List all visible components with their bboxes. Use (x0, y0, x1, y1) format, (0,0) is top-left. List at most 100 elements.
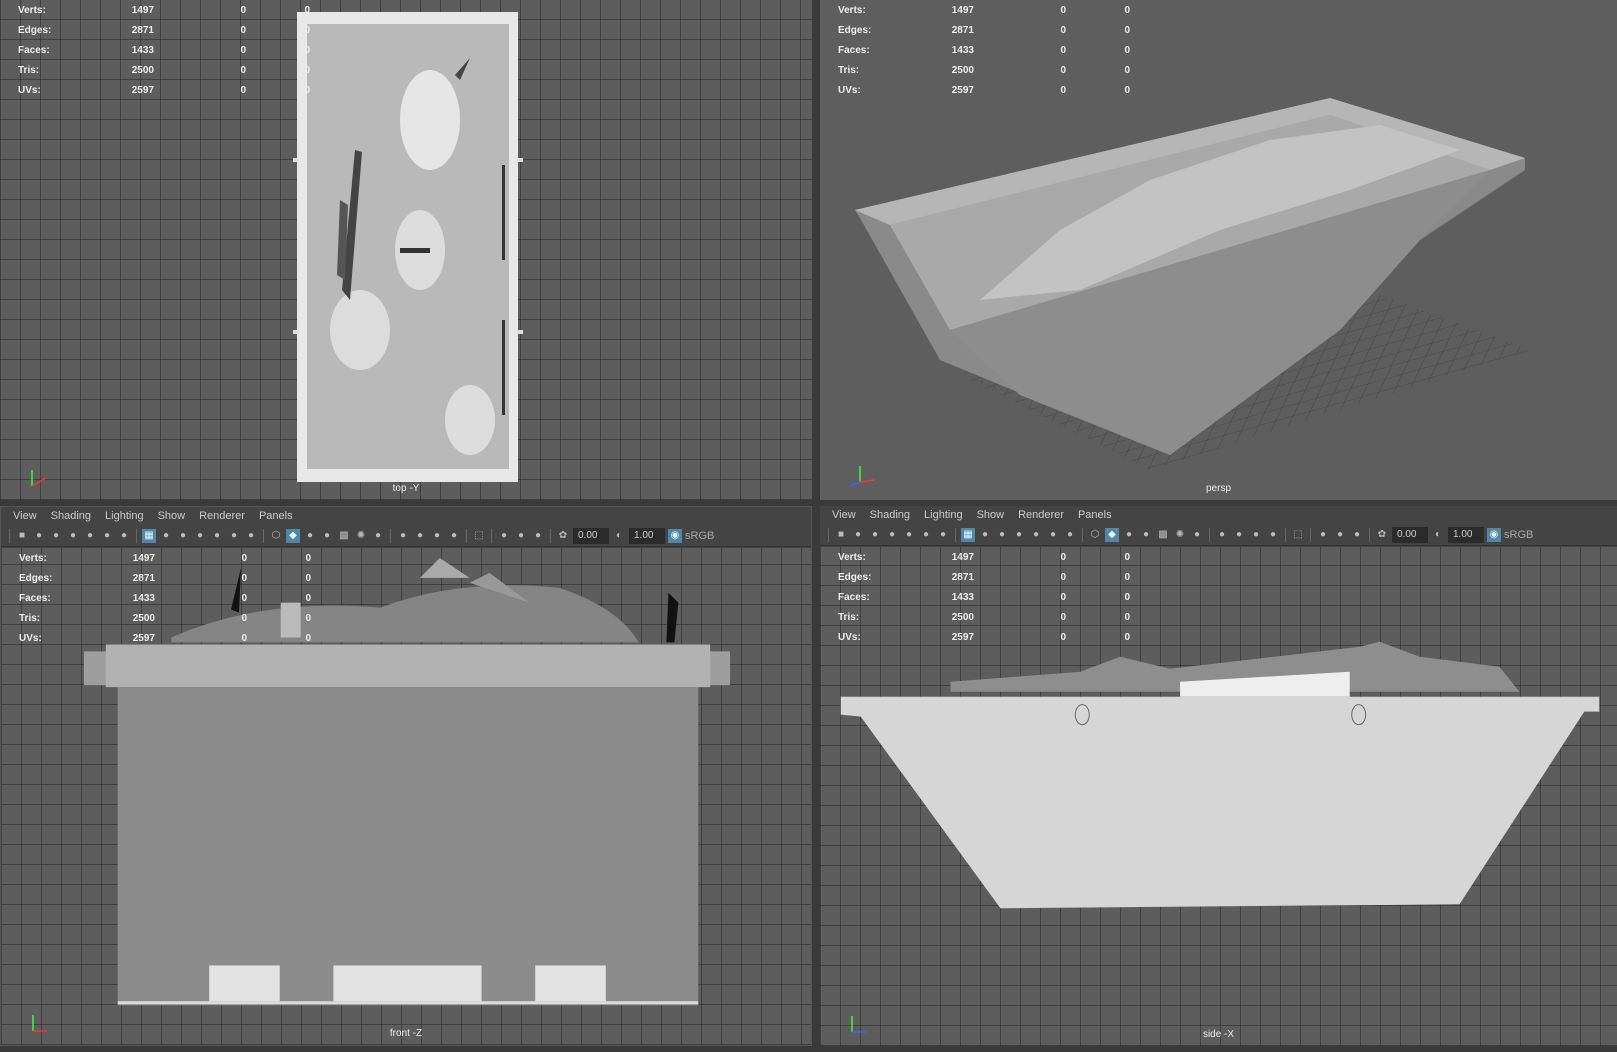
xray-active-icon[interactable]: ● (514, 529, 528, 543)
image-plane-icon[interactable]: ● (902, 528, 916, 542)
depth-of-field-icon[interactable]: ● (447, 529, 461, 543)
menu-panels[interactable]: Panels (259, 510, 293, 522)
hud-tri: 0 (1124, 631, 1130, 643)
bookmark-icon[interactable]: ● (885, 528, 899, 542)
camera-icon[interactable]: ■ (15, 529, 29, 543)
colorspace-label[interactable]: sRGB (685, 530, 714, 542)
backface-culling-icon[interactable]: ● (1350, 528, 1364, 542)
camera-attr-icon[interactable]: ● (868, 528, 882, 542)
viewport-side[interactable]: Verts: 1497 0 0 Edges: 2871 0 0 Faces: 1433 0 0 Tris… (820, 547, 1617, 1046)
hud-sel: 0 (1060, 551, 1066, 563)
motion-blur-icon[interactable]: ● (413, 529, 427, 543)
gamma-icon[interactable]: ◐ (612, 529, 626, 543)
camera-attr-icon[interactable]: ● (49, 529, 63, 543)
viewport-front[interactable]: Verts: 1497 0 0 Edges: 2871 0 0 Faces: 1433 0 0 Tris… (1, 548, 811, 1045)
hud-value: 2597 (132, 632, 155, 644)
xray-active-icon[interactable]: ● (1333, 528, 1347, 542)
color-management-icon[interactable]: ◉ (1487, 527, 1501, 542)
use-all-lights-icon[interactable]: ✺ (1173, 528, 1187, 542)
smooth-shade-icon[interactable]: ◆ (286, 528, 300, 543)
exposure-field[interactable]: 0.00 (573, 527, 609, 544)
hud-tri: 0 (1124, 551, 1130, 563)
menu-shading[interactable]: Shading (870, 509, 910, 521)
safe-action-icon[interactable]: ● (1046, 528, 1060, 542)
colorspace-label[interactable]: sRGB (1504, 529, 1533, 541)
hud-sel: 0 (240, 44, 246, 56)
film-gate-icon[interactable]: ● (978, 528, 992, 542)
screen-space-ao-icon[interactable]: ● (1215, 528, 1229, 542)
xray-joints-icon[interactable]: ● (1316, 528, 1330, 542)
menu-view[interactable]: View (13, 510, 37, 522)
depth-of-field-icon[interactable]: ● (1266, 528, 1280, 542)
default-material-icon[interactable]: ● (303, 529, 317, 543)
exposure-field[interactable]: 0.00 (1392, 526, 1428, 543)
menu-renderer[interactable]: Renderer (199, 510, 245, 522)
viewport-persp[interactable]: Verts: 1497 0 0 Edges: 2871 0 0 Faces: 1433 0 0 Tris… (820, 0, 1617, 500)
safe-title-icon[interactable]: ● (244, 529, 258, 543)
hud-tri: 0 (304, 4, 310, 16)
menu-show[interactable]: Show (977, 509, 1005, 521)
menu-lighting[interactable]: Lighting (924, 509, 963, 521)
wireframe-on-shaded-icon[interactable]: ● (1139, 528, 1153, 542)
hud-tri: 0 (1124, 24, 1130, 36)
xray-icon[interactable]: ▩ (1156, 528, 1170, 542)
shadows-icon[interactable]: ● (371, 529, 385, 543)
resolution-gate-icon[interactable]: ● (176, 529, 190, 543)
camera-lock-icon[interactable]: ● (851, 528, 865, 542)
field-chart-icon[interactable]: ● (210, 529, 224, 543)
hud-row: UVs: 2597 0 0 (19, 628, 311, 648)
2d-pan-icon[interactable]: ● (100, 529, 114, 543)
viewport-top[interactable]: Verts: 1497 0 0 Edges: 2871 0 0 Faces: 1433 0 0 Tris… (0, 0, 812, 500)
motion-blur-icon[interactable]: ● (1232, 528, 1246, 542)
backface-culling-icon[interactable]: ● (531, 529, 545, 543)
exposure-icon[interactable]: ✿ (1375, 528, 1389, 542)
image-plane-icon[interactable]: ● (83, 529, 97, 543)
hud-row: UVs: 2597 0 0 (838, 80, 1130, 100)
multisample-aa-icon[interactable]: ● (430, 529, 444, 543)
color-management-icon[interactable]: ◉ (668, 528, 682, 543)
multisample-aa-icon[interactable]: ● (1249, 528, 1263, 542)
smooth-shade-icon[interactable]: ◆ (1105, 527, 1119, 542)
2d-pan-icon[interactable]: ● (919, 528, 933, 542)
hud-tri: 0 (305, 592, 311, 604)
menu-renderer[interactable]: Renderer (1018, 509, 1064, 521)
gamma-field[interactable]: 1.00 (1448, 526, 1484, 543)
hud-tri: 0 (304, 24, 310, 36)
wireframe-icon[interactable]: ⬡ (1088, 528, 1102, 542)
isolate-select-icon[interactable]: ⬚ (472, 529, 486, 543)
use-all-lights-icon[interactable]: ✺ (354, 529, 368, 543)
wireframe-icon[interactable]: ⬡ (269, 529, 283, 543)
camera-label: top -Y (392, 483, 420, 494)
gamma-field[interactable]: 1.00 (629, 527, 665, 544)
xray-icon[interactable]: ▩ (337, 529, 351, 543)
bookmark-icon[interactable]: ● (66, 529, 80, 543)
hud-label: Edges: (19, 572, 53, 584)
camera-lock-icon[interactable]: ● (32, 529, 46, 543)
safe-action-icon[interactable]: ● (227, 529, 241, 543)
exposure-icon[interactable]: ✿ (556, 529, 570, 543)
xray-joints-icon[interactable]: ● (497, 529, 511, 543)
field-chart-icon[interactable]: ● (1029, 528, 1043, 542)
gate-mask-icon[interactable]: ● (1012, 528, 1026, 542)
grease-pencil-icon[interactable]: ● (936, 528, 950, 542)
wireframe-on-shaded-icon[interactable]: ● (320, 529, 334, 543)
gamma-icon[interactable]: ◐ (1431, 528, 1445, 542)
grid-icon[interactable]: ▦ (961, 527, 975, 542)
menu-shading[interactable]: Shading (51, 510, 91, 522)
grease-pencil-icon[interactable]: ● (117, 529, 131, 543)
safe-title-icon[interactable]: ● (1063, 528, 1077, 542)
camera-icon[interactable]: ■ (834, 528, 848, 542)
default-material-icon[interactable]: ● (1122, 528, 1136, 542)
menu-lighting[interactable]: Lighting (105, 510, 144, 522)
shadows-icon[interactable]: ● (1190, 528, 1204, 542)
grid-icon[interactable]: ▦ (142, 528, 156, 543)
menu-view[interactable]: View (832, 509, 856, 521)
menu-panels[interactable]: Panels (1078, 509, 1112, 521)
film-gate-icon[interactable]: ● (159, 529, 173, 543)
isolate-select-icon[interactable]: ⬚ (1291, 528, 1305, 542)
hud-value: 1433 (132, 592, 155, 604)
gate-mask-icon[interactable]: ● (193, 529, 207, 543)
resolution-gate-icon[interactable]: ● (995, 528, 1009, 542)
screen-space-ao-icon[interactable]: ● (396, 529, 410, 543)
menu-show[interactable]: Show (158, 510, 186, 522)
